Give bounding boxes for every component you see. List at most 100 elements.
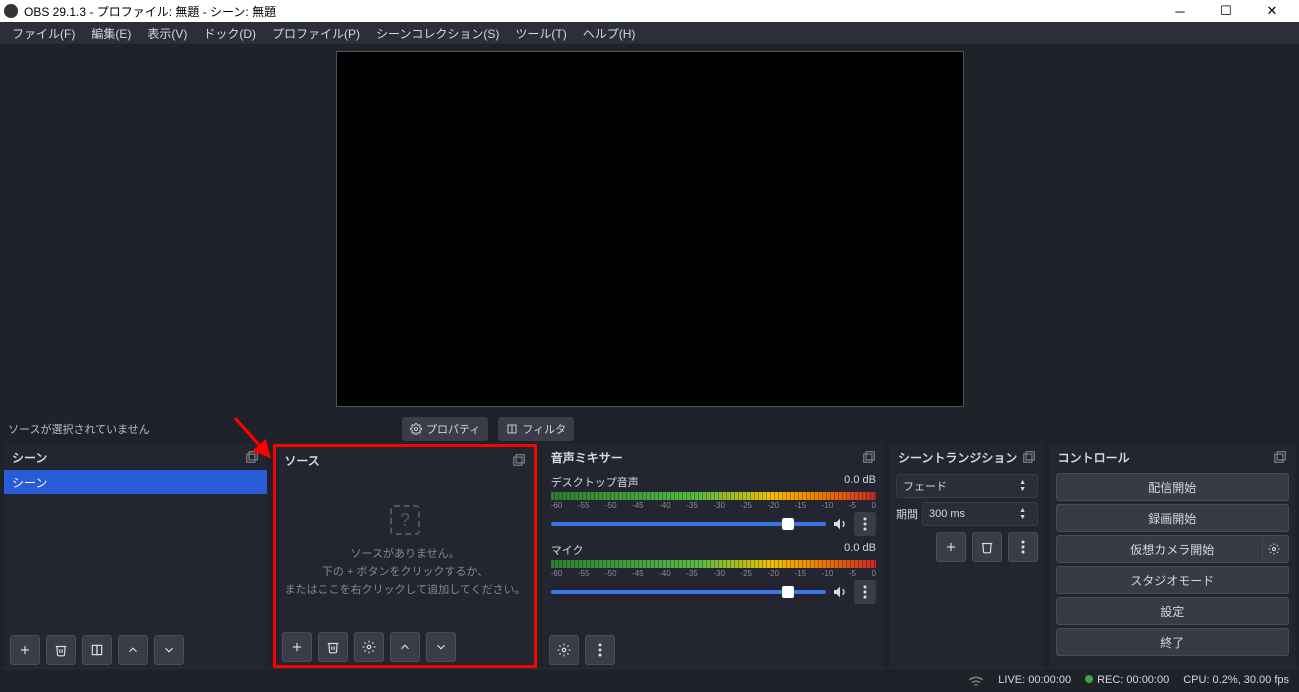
menu-view[interactable]: 表示(V) (141, 23, 193, 44)
chevron-updown-icon: ▲▼ (1015, 475, 1031, 497)
start-virtualcam-button[interactable]: 仮想カメラ開始 (1056, 535, 1289, 563)
filter-icon (506, 423, 518, 435)
mixer-track-mic: マイク 0.0 dB -60-55-50-45-40-35-30-25-20-1… (543, 538, 884, 606)
scenes-title-label: シーン (12, 449, 47, 466)
remove-source-button[interactable] (318, 632, 348, 662)
transition-selected-label: フェード (903, 478, 947, 494)
popout-icon[interactable] (862, 450, 876, 464)
preview-area (0, 44, 1299, 414)
no-source-label: ソースが選択されていません (8, 421, 150, 437)
remove-transition-button[interactable] (972, 532, 1002, 562)
popout-icon[interactable] (512, 453, 526, 467)
mixer-dock: 音声ミキサー デスクトップ音声 0.0 dB -60-55-50-45-40-3… (543, 444, 884, 668)
properties-button[interactable]: プロパティ (402, 417, 488, 441)
track-menu-button[interactable] (854, 512, 876, 536)
remove-scene-button[interactable] (46, 635, 76, 665)
menu-edit[interactable]: 編集(E) (85, 23, 137, 44)
mixer-track-desktop: デスクトップ音声 0.0 dB -60-55-50-45-40-35-30-25… (543, 470, 884, 538)
transitions-title-label: シーントランジション (898, 449, 1017, 466)
mixer-advanced-button[interactable] (549, 635, 579, 665)
scenes-list[interactable]: シーン (4, 470, 267, 632)
audio-scale: -60-55-50-45-40-35-30-25-20-15-10-50 (551, 569, 876, 578)
sources-empty-line3: またはここを右クリックして追加してください。 (285, 581, 526, 597)
studio-mode-button[interactable]: スタジオモード (1056, 566, 1289, 594)
start-stream-button[interactable]: 配信開始 (1056, 473, 1289, 501)
window-titlebar: OBS 29.1.3 - プロファイル: 無題 - シーン: 無題 ─ ☐ ✕ (0, 0, 1299, 22)
transitions-title: シーントランジション (890, 444, 1044, 470)
speaker-icon[interactable] (832, 584, 848, 600)
sources-toolbar (276, 629, 533, 665)
duration-label: 期間 (896, 506, 918, 522)
popout-icon[interactable] (1273, 450, 1287, 464)
track-name: デスクトップ音声 (551, 474, 639, 490)
sources-title-label: ソース (284, 452, 319, 469)
source-toolbar: ソースが選択されていません プロパティ フィルタ (0, 414, 1299, 444)
track-db: 0.0 dB (844, 542, 876, 558)
duration-input[interactable]: 300 ms ▲▼ (922, 502, 1038, 526)
transition-duration-row: 期間 300 ms ▲▼ (890, 502, 1044, 526)
source-down-button[interactable] (426, 632, 456, 662)
transitions-body: フェード ▲▼ 期間 300 ms ▲▼ (890, 470, 1044, 668)
menu-tools[interactable]: ツール(T) (509, 23, 572, 44)
track-name: マイク (551, 542, 584, 558)
mixer-body: デスクトップ音声 0.0 dB -60-55-50-45-40-35-30-25… (543, 470, 884, 632)
controls-body: 配信開始 録画開始 仮想カメラ開始 スタジオモード 設定 終了 (1050, 470, 1295, 668)
sources-empty-state: ? ソースがありません。 下の + ボタンをクリックするか、 またはここを右クリ… (276, 473, 533, 629)
scene-item[interactable]: シーン (4, 470, 267, 494)
mixer-toolbar (543, 632, 884, 668)
scenes-title: シーン (4, 444, 267, 470)
sources-list[interactable]: ? ソースがありません。 下の + ボタンをクリックするか、 またはここを右クリ… (276, 473, 533, 629)
scene-filters-button[interactable] (82, 635, 112, 665)
scenes-dock: シーン シーン (4, 444, 267, 668)
duration-value: 300 ms (929, 508, 965, 520)
window-title: OBS 29.1.3 - プロファイル: 無題 - シーン: 無題 (24, 3, 1157, 20)
filters-button[interactable]: フィルタ (498, 417, 574, 441)
transition-select[interactable]: フェード ▲▼ (896, 474, 1038, 498)
controls-title-label: コントロール (1058, 449, 1130, 466)
add-scene-button[interactable] (10, 635, 40, 665)
controls-title: コントロール (1050, 444, 1295, 470)
menu-dock[interactable]: ドック(D) (197, 23, 262, 44)
transitions-dock: シーントランジション フェード ▲▼ 期間 300 ms ▲▼ (890, 444, 1044, 668)
sources-title: ソース (276, 447, 533, 473)
popout-icon[interactable] (1022, 450, 1036, 464)
menu-help[interactable]: ヘルプ(H) (577, 23, 642, 44)
mixer-title-label: 音声ミキサー (551, 449, 623, 466)
popout-icon[interactable] (245, 450, 259, 464)
exit-button[interactable]: 終了 (1056, 628, 1289, 656)
rec-indicator-icon (1085, 675, 1093, 683)
transition-menu-button[interactable] (1008, 532, 1038, 562)
menubar: ファイル(F) 編集(E) 表示(V) ドック(D) プロファイル(P) シーン… (0, 22, 1299, 44)
transitions-buttons (890, 526, 1044, 568)
window-buttons: ─ ☐ ✕ (1157, 0, 1295, 22)
app-icon (4, 4, 18, 18)
track-menu-button[interactable] (854, 580, 876, 604)
add-transition-button[interactable] (936, 532, 966, 562)
source-up-button[interactable] (390, 632, 420, 662)
speaker-icon[interactable] (832, 516, 848, 532)
audio-meter (551, 492, 876, 500)
settings-button[interactable]: 設定 (1056, 597, 1289, 625)
minimize-button[interactable]: ─ (1157, 0, 1203, 22)
menu-profile[interactable]: プロファイル(P) (266, 23, 366, 44)
mixer-menu-button[interactable] (585, 635, 615, 665)
close-button[interactable]: ✕ (1249, 0, 1295, 22)
source-properties-button[interactable] (354, 632, 384, 662)
audio-meter (551, 560, 876, 568)
maximize-button[interactable]: ☐ (1203, 0, 1249, 22)
virtualcam-settings-button[interactable] (1262, 538, 1284, 560)
menu-file[interactable]: ファイル(F) (6, 23, 81, 44)
menu-scene-collection[interactable]: シーンコレクション(S) (370, 23, 505, 44)
volume-slider[interactable] (551, 590, 826, 594)
question-icon: ? (390, 505, 420, 535)
docks-row: シーン シーン ソース ? ソースがありません。 下の + ボタンをクリックする… (0, 444, 1299, 668)
scene-up-button[interactable] (118, 635, 148, 665)
add-source-button[interactable] (282, 632, 312, 662)
preview-canvas[interactable] (336, 51, 964, 407)
properties-label: プロパティ (426, 421, 480, 437)
track-db: 0.0 dB (844, 474, 876, 490)
volume-slider[interactable] (551, 522, 826, 526)
start-record-button[interactable]: 録画開始 (1056, 504, 1289, 532)
scene-down-button[interactable] (154, 635, 184, 665)
statusbar: LIVE: 00:00:00 REC: 00:00:00 CPU: 0.2%, … (0, 668, 1299, 690)
